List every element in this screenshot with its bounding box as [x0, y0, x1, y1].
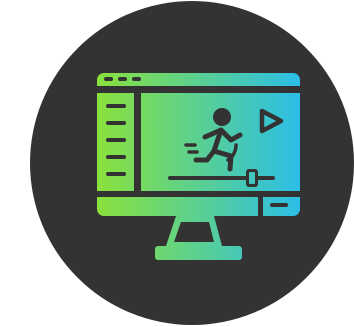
- sidebar-separator: [134, 93, 141, 191]
- power-button: [270, 203, 288, 207]
- sidebar-line-4: [106, 155, 126, 159]
- monitor-stand-base: [155, 246, 242, 260]
- timeline-scrubber-inner: [249, 172, 255, 184]
- sidebar-line-1: [106, 104, 126, 108]
- bottom-bezel-separator: [97, 191, 300, 197]
- window-dot-2: [118, 77, 127, 81]
- bezel-divider: [258, 197, 263, 216]
- window-dot-1: [104, 77, 113, 81]
- sidebar-line-3: [106, 138, 126, 142]
- sidebar-line-2: [106, 121, 126, 125]
- icon-canvas: [0, 0, 354, 327]
- video-editing-monitor-icon: [30, 1, 354, 325]
- window-dot-3: [132, 77, 141, 81]
- sidebar-line-5: [106, 172, 126, 176]
- monitor-stand-cutout: [174, 222, 214, 242]
- title-bar-separator: [97, 86, 300, 93]
- timeline-track: [168, 176, 275, 180]
